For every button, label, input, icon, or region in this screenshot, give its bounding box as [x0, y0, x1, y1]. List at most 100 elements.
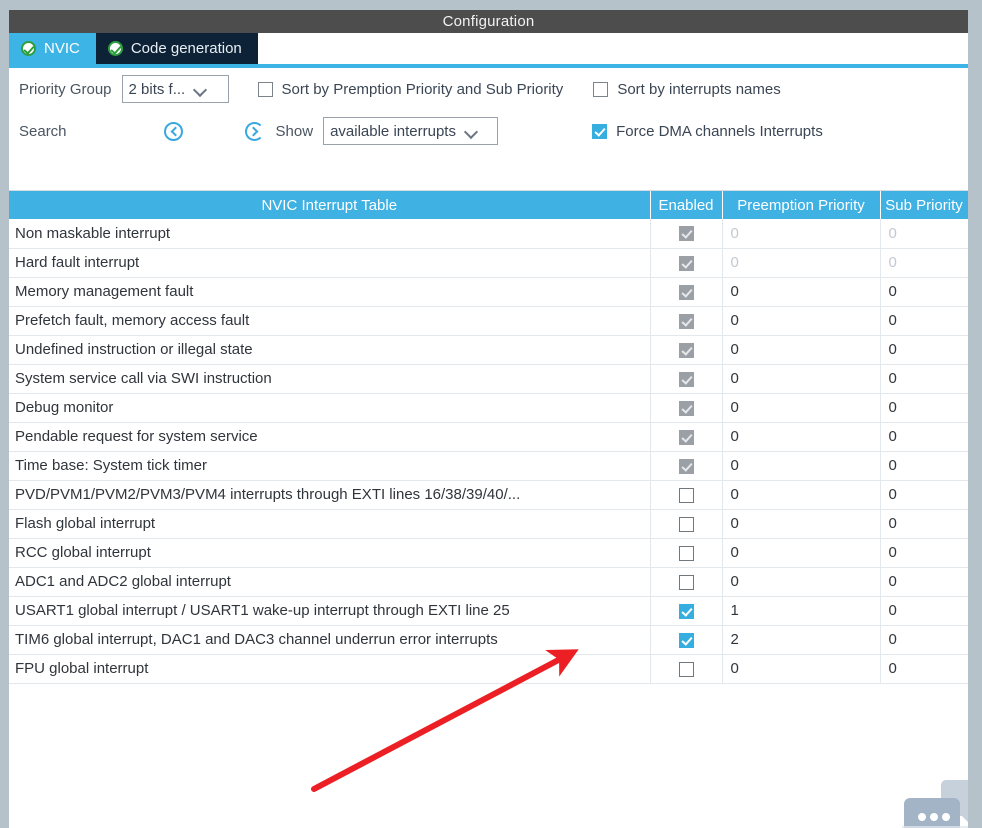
column-header-sub[interactable]: Sub Priority	[880, 191, 968, 219]
tab-code-generation[interactable]: Code generation	[95, 33, 258, 64]
sub-priority-cell[interactable]: 0	[880, 422, 968, 452]
enabled-checkbox[interactable]	[678, 661, 694, 677]
enabled-checkbox[interactable]	[678, 429, 694, 445]
table-row[interactable]: Time base: System tick timer 0 0	[9, 451, 968, 481]
enabled-checkbox[interactable]	[678, 255, 694, 271]
sub-priority-cell[interactable]: 0	[880, 480, 968, 510]
enabled-checkbox[interactable]	[678, 545, 694, 561]
table-row[interactable]: Non maskable interrupt 0 0	[9, 219, 968, 249]
preemption-priority-cell[interactable]: 1	[722, 596, 881, 626]
table-row[interactable]: System service call via SWI instruction 0…	[9, 364, 968, 394]
sub-priority-cell[interactable]: 0	[880, 567, 968, 597]
sub-priority-cell[interactable]: 0	[880, 538, 968, 568]
column-header-preemption[interactable]: Preemption Priority	[722, 191, 881, 219]
table-row[interactable]: TIM6 global interrupt, DAC1 and DAC3 cha…	[9, 625, 968, 655]
enabled-cell[interactable]	[650, 219, 723, 249]
preemption-priority-cell[interactable]: 0	[722, 451, 881, 481]
table-row[interactable]: Flash global interrupt 0 0	[9, 509, 968, 539]
preemption-priority-cell[interactable]: 0	[722, 480, 881, 510]
sort-by-interrupts-names-checkbox[interactable]: Sort by interrupts names	[593, 80, 781, 98]
sub-priority-cell[interactable]: 0	[880, 335, 968, 365]
enabled-cell[interactable]	[650, 451, 723, 481]
priority-group-select[interactable]: 2 bits f...	[121, 75, 229, 103]
checkbox-box	[592, 123, 608, 139]
enabled-cell[interactable]	[650, 538, 723, 568]
preemption-priority-cell[interactable]: 0	[722, 422, 881, 452]
preemption-priority-cell[interactable]: 0	[722, 364, 881, 394]
enabled-checkbox[interactable]	[678, 284, 694, 300]
sub-priority-cell[interactable]: 0	[880, 277, 968, 307]
show-filter-value: available interrupts	[330, 122, 456, 140]
sort-by-premption-checkbox[interactable]: Sort by Premption Priority and Sub Prior…	[257, 81, 563, 98]
sub-priority-cell[interactable]: 0	[880, 654, 968, 684]
preemption-priority-cell[interactable]: 0	[722, 654, 881, 684]
sub-priority-cell[interactable]: 0	[880, 451, 968, 481]
table-row[interactable]: Debug monitor 0 0	[9, 393, 968, 423]
preemption-priority-cell[interactable]: 0	[722, 509, 881, 539]
enabled-cell[interactable]	[650, 393, 723, 423]
preemption-priority-cell[interactable]: 0	[722, 306, 881, 336]
enabled-cell[interactable]	[650, 480, 723, 510]
show-filter-select[interactable]: available interrupts	[323, 117, 499, 145]
enabled-cell[interactable]	[650, 567, 723, 597]
enabled-cell[interactable]	[650, 509, 723, 539]
enabled-cell[interactable]	[650, 306, 723, 336]
force-dma-checkbox[interactable]: Force DMA channels Interrupts	[592, 123, 823, 140]
circle-arrow-right-icon[interactable]	[244, 121, 264, 141]
enabled-checkbox[interactable]	[678, 574, 694, 590]
table-row[interactable]: FPU global interrupt 0 0	[9, 654, 968, 684]
table-row[interactable]: Undefined instruction or illegal state 0 0	[9, 335, 968, 365]
column-header-enabled[interactable]: Enabled	[650, 191, 723, 219]
table-row[interactable]: Hard fault interrupt 0 0	[9, 248, 968, 278]
sub-priority-cell[interactable]: 0	[880, 306, 968, 336]
sub-priority-cell[interactable]: 0	[880, 364, 968, 394]
enabled-cell[interactable]	[650, 364, 723, 394]
preemption-priority-cell[interactable]: 0	[722, 219, 881, 249]
preemption-priority-cell[interactable]: 0	[722, 567, 881, 597]
sub-priority-cell[interactable]: 0	[880, 596, 968, 626]
enabled-checkbox[interactable]	[678, 487, 694, 503]
enabled-cell[interactable]	[650, 654, 723, 684]
sub-priority-cell[interactable]: 0	[880, 248, 968, 278]
sub-priority-cell[interactable]: 0	[880, 219, 968, 249]
enabled-checkbox[interactable]	[678, 342, 694, 358]
sort-by-interrupts-names-label: Sort by interrupts names	[617, 80, 781, 98]
preemption-priority-cell[interactable]: 0	[722, 277, 881, 307]
enabled-checkbox[interactable]	[678, 371, 694, 387]
enabled-cell[interactable]	[650, 422, 723, 452]
table-header-row: NVIC Interrupt Table Enabled Preemption …	[9, 191, 968, 219]
table-row[interactable]: PVD/PVM1/PVM2/PVM3/PVM4 interrupts throu…	[9, 480, 968, 510]
sub-priority-cell[interactable]: 0	[880, 393, 968, 423]
column-header-name[interactable]: NVIC Interrupt Table	[9, 191, 651, 219]
preemption-priority-cell[interactable]: 0	[722, 393, 881, 423]
table-row[interactable]: Pendable request for system service 0 0	[9, 422, 968, 452]
nvic-interrupt-table-wrap[interactable]: NVIC Interrupt Table Enabled Preemption …	[9, 190, 968, 828]
interrupt-name-cell: Debug monitor	[9, 393, 651, 423]
table-row[interactable]: USART1 global interrupt / USART1 wake-up…	[9, 596, 968, 626]
table-row[interactable]: Prefetch fault, memory access fault 0 0	[9, 306, 968, 336]
interrupt-name-cell: ADC1 and ADC2 global interrupt	[9, 567, 651, 597]
enabled-cell[interactable]	[650, 277, 723, 307]
enabled-cell[interactable]	[650, 596, 723, 626]
tab-nvic[interactable]: NVIC	[9, 33, 96, 64]
preemption-priority-cell[interactable]: 0	[722, 248, 881, 278]
enabled-checkbox[interactable]	[678, 632, 694, 648]
sub-priority-cell[interactable]: 0	[880, 625, 968, 655]
table-row[interactable]: Memory management fault 0 0	[9, 277, 968, 307]
preemption-priority-cell[interactable]: 2	[722, 625, 881, 655]
circle-arrow-left-icon[interactable]	[163, 121, 183, 141]
preemption-priority-cell[interactable]: 0	[722, 335, 881, 365]
enabled-checkbox[interactable]	[678, 603, 694, 619]
table-row[interactable]: ADC1 and ADC2 global interrupt 0 0	[9, 567, 968, 597]
enabled-checkbox[interactable]	[678, 313, 694, 329]
enabled-checkbox[interactable]	[678, 458, 694, 474]
enabled-cell[interactable]	[650, 625, 723, 655]
enabled-checkbox[interactable]	[678, 516, 694, 532]
enabled-cell[interactable]	[650, 248, 723, 278]
enabled-cell[interactable]	[650, 335, 723, 365]
preemption-priority-cell[interactable]: 0	[722, 538, 881, 568]
enabled-checkbox[interactable]	[678, 226, 694, 242]
table-row[interactable]: RCC global interrupt 0 0	[9, 538, 968, 568]
enabled-checkbox[interactable]	[678, 400, 694, 416]
sub-priority-cell[interactable]: 0	[880, 509, 968, 539]
